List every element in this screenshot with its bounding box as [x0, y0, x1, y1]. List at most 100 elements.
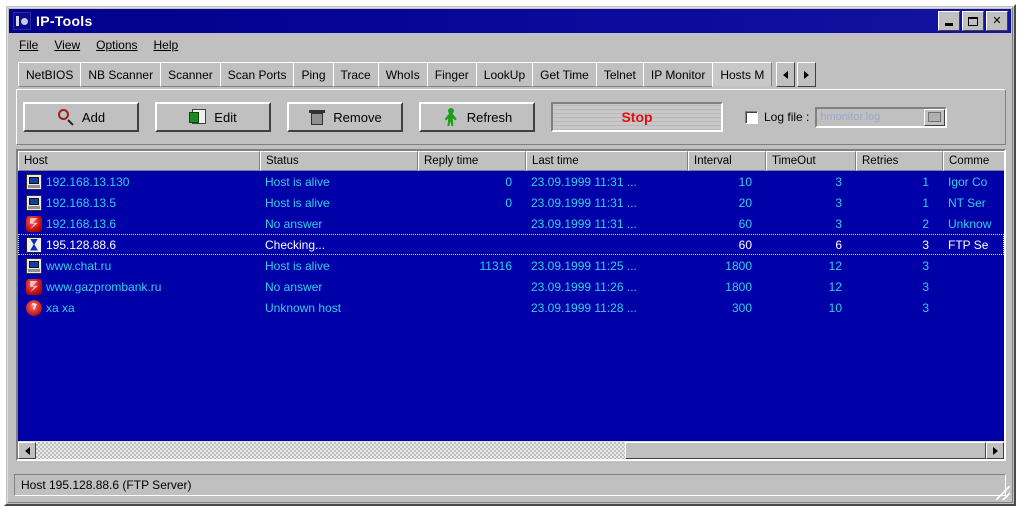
- column-header-label: Retries: [862, 155, 899, 167]
- tab-trace-label: Trace: [340, 67, 371, 82]
- maximize-button[interactable]: [962, 11, 984, 31]
- tab-scan-ports[interactable]: Scan Ports: [219, 62, 295, 87]
- tab-netbios[interactable]: NetBIOS: [18, 62, 82, 87]
- cell-host: 192.168.13.5: [18, 194, 260, 211]
- resize-grip[interactable]: [996, 486, 1010, 500]
- column-header-host[interactable]: Host: [18, 151, 260, 171]
- menu-item-help[interactable]: Help: [151, 37, 188, 53]
- cell-text: Host is alive: [265, 195, 330, 210]
- scroll-right-button[interactable]: [986, 442, 1004, 459]
- cell-retries: 1: [856, 175, 943, 189]
- tab-get-time[interactable]: Get Time: [532, 62, 597, 87]
- cell-text: Unknow: [948, 216, 992, 231]
- cell-last_time: 23.09.1999 11:31 ...: [526, 175, 688, 189]
- refresh-button[interactable]: Refresh: [419, 102, 535, 132]
- tab-whois[interactable]: WhoIs: [377, 62, 428, 87]
- cell-text: 192.168.13.6: [46, 216, 117, 231]
- column-header-label: Status: [266, 155, 299, 167]
- listview-body[interactable]: 192.168.13.130 Host is alive 0 23.09.1999 1…: [18, 171, 1004, 441]
- cell-host: www.gazprombank.ru: [18, 278, 260, 295]
- scrollbar-thumb[interactable]: [625, 442, 986, 459]
- cell-interval: 10: [688, 175, 766, 189]
- column-header-last_time[interactable]: Last time: [526, 151, 688, 171]
- close-button[interactable]: ✕: [986, 11, 1008, 31]
- computer-alive-icon: [26, 173, 42, 190]
- tab-nb-scanner[interactable]: NB Scanner: [80, 62, 162, 87]
- logfile-checkbox[interactable]: [745, 110, 758, 124]
- chevron-right-icon: [804, 70, 810, 79]
- cell-timeout: 3: [766, 196, 856, 210]
- cell-retries: 3: [856, 238, 943, 252]
- cell-last_time: 23.09.1999 11:28 ...: [526, 301, 688, 315]
- cell-text: 10: [828, 300, 842, 315]
- stop-button[interactable]: Stop: [551, 102, 723, 132]
- scroll-left-button[interactable]: [18, 442, 36, 459]
- cell-text: 12: [828, 258, 842, 273]
- cell-text: 23.09.1999 11:31 ...: [531, 195, 637, 210]
- tab-finger[interactable]: Finger: [426, 62, 477, 87]
- table-row[interactable]: 195.128.88.6 Checking... 60 6 3 FTP Se: [18, 234, 1004, 255]
- menu-item-view[interactable]: View: [51, 37, 89, 53]
- tab-telnet[interactable]: Telnet: [595, 62, 644, 87]
- add-button-label: Add: [81, 109, 106, 125]
- chevron-left-icon: [783, 70, 789, 79]
- tab-scroll-next-button[interactable]: [797, 62, 817, 87]
- tab-scroll-prev-button[interactable]: [776, 62, 796, 87]
- column-header-retries[interactable]: Retries: [856, 151, 943, 171]
- cell-status: No answer: [260, 217, 418, 231]
- column-header-reply_time[interactable]: Reply time: [418, 151, 526, 171]
- runner-refresh-icon: [442, 108, 460, 126]
- logfile-browse-button[interactable]: [924, 108, 946, 126]
- cell-status: Host is alive: [260, 196, 418, 210]
- window-title: IP-Tools: [36, 13, 93, 29]
- column-header-interval[interactable]: Interval: [688, 151, 766, 171]
- tab-nb-scanner-label: NB Scanner: [88, 67, 154, 82]
- table-row[interactable]: 192.168.13.130 Host is alive 0 23.09.1999 1…: [18, 171, 1004, 192]
- cell-text: 23.09.1999 11:26 ...: [531, 279, 637, 294]
- cell-text: xa xa: [46, 300, 75, 315]
- table-row[interactable]: www.chat.ru Host is alive 11316 23.09.1999 …: [18, 255, 1004, 276]
- cell-text: 300: [731, 300, 752, 315]
- scrollbar-track[interactable]: [36, 442, 986, 459]
- horizontal-scrollbar[interactable]: [18, 441, 1004, 459]
- column-header-timeout[interactable]: TimeOut: [766, 151, 856, 171]
- logfile-field[interactable]: hmonitor.log: [815, 106, 948, 128]
- cell-reply_time: 0: [418, 175, 526, 189]
- column-header-label: TimeOut: [772, 155, 816, 167]
- cell-text: 20: [738, 195, 752, 210]
- table-row[interactable]: 192.168.13.6 No answer 23.09.1999 11:31 ..…: [18, 213, 1004, 234]
- tab-ping-label: Ping: [301, 67, 326, 82]
- menu-item-file[interactable]: File: [16, 37, 47, 53]
- tab-hosts-monitor[interactable]: Hosts M: [712, 62, 773, 87]
- hosts-listview: Host Status Reply time Last time Interval Tim…: [16, 149, 1006, 461]
- menu-item-options[interactable]: Options: [93, 37, 146, 53]
- tab-lookup-label: LookUp: [483, 67, 526, 82]
- cell-timeout: 12: [766, 259, 856, 273]
- logfile-input[interactable]: hmonitor.log: [817, 109, 924, 126]
- tab-trace[interactable]: Trace: [332, 62, 379, 87]
- tab-ping[interactable]: Ping: [293, 62, 334, 87]
- add-button[interactable]: Add: [23, 102, 139, 132]
- cell-interval: 300: [688, 301, 766, 315]
- cell-text: FTP Se: [948, 237, 989, 252]
- column-header-comment[interactable]: Comme: [943, 151, 1004, 171]
- column-header-status[interactable]: Status: [260, 151, 418, 171]
- table-row[interactable]: www.gazprombank.ru No answer 23.09.1999 11…: [18, 276, 1004, 297]
- cell-status: Host is alive: [260, 259, 418, 273]
- tab-lookup[interactable]: LookUp: [475, 62, 534, 87]
- tab-scanner[interactable]: Scanner: [160, 62, 221, 87]
- menu-view-label: View: [54, 38, 81, 52]
- edit-button[interactable]: Edit: [155, 102, 271, 132]
- cell-host: www.chat.ru: [18, 257, 260, 274]
- tab-ip-monitor[interactable]: IP Monitor: [642, 62, 714, 87]
- remove-button[interactable]: Remove: [287, 102, 403, 132]
- arrow-left-icon: [24, 446, 30, 455]
- stop-button-label: Stop: [621, 109, 653, 125]
- cell-timeout: 10: [766, 301, 856, 315]
- cell-status: Host is alive: [260, 175, 418, 189]
- tab-scan-ports-label: Scan Ports: [227, 67, 287, 82]
- minimize-button[interactable]: [938, 11, 960, 31]
- titlebar[interactable]: IP-Tools ✕: [9, 9, 1011, 33]
- table-row[interactable]: xa xa Unknown host 23.09.1999 11:28 ... 300…: [18, 297, 1004, 318]
- table-row[interactable]: 192.168.13.5 Host is alive 0 23.09.1999 11:…: [18, 192, 1004, 213]
